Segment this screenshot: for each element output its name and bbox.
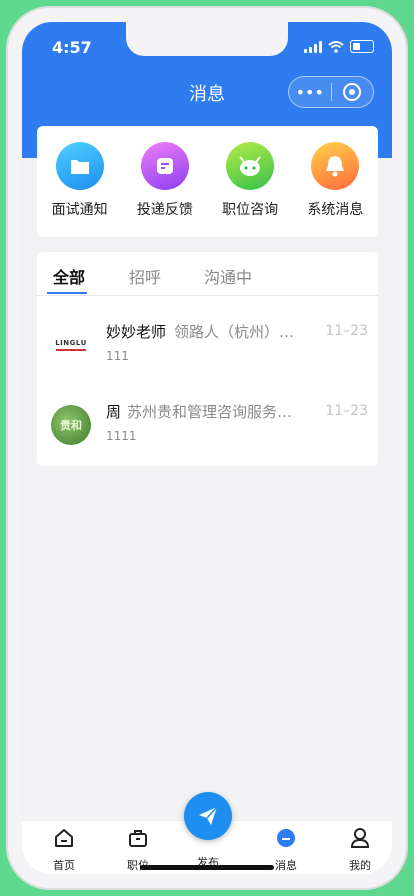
quick-action-label: 面试通知 bbox=[51, 202, 108, 218]
home-indicator bbox=[140, 865, 274, 870]
tabbar-label: 首页 bbox=[53, 859, 75, 872]
bell-icon bbox=[311, 142, 360, 190]
profile-icon bbox=[350, 828, 370, 848]
message-preview: 1111 bbox=[106, 429, 137, 443]
mini-program-capsule: ••• bbox=[288, 76, 374, 108]
quick-action-interview[interactable]: 面试通知 bbox=[37, 126, 122, 237]
edit-icon bbox=[140, 142, 189, 190]
message-preview: 111 bbox=[106, 349, 129, 363]
company-logo-text: 贵和 bbox=[60, 419, 82, 432]
quick-action-consult[interactable]: 职位咨询 bbox=[208, 126, 293, 237]
screen: 4:57 消息 ••• 面试通知 投递反馈 职位咨询 系统消息 全部 招呼 沟通… bbox=[22, 22, 392, 874]
send-icon bbox=[199, 806, 218, 825]
signal-icon bbox=[304, 40, 322, 53]
company-logo-text: LINGLU bbox=[55, 339, 87, 347]
folder-icon bbox=[55, 142, 104, 190]
status-time: 4:57 bbox=[52, 38, 92, 57]
message-row[interactable]: LINGLU 妙妙老师 领路人（杭州）… 111 11–23 bbox=[37, 307, 378, 387]
target-icon bbox=[343, 83, 362, 101]
message-tabs: 全部 招呼 沟通中 bbox=[37, 252, 378, 296]
quick-action-label: 投递反馈 bbox=[136, 202, 193, 218]
briefcase-icon bbox=[129, 830, 147, 847]
wifi-icon bbox=[328, 40, 344, 53]
battery-icon bbox=[350, 40, 374, 53]
robot-icon bbox=[226, 142, 275, 190]
message-icon bbox=[277, 829, 295, 847]
tabbar-item-profile[interactable]: 我的 bbox=[330, 827, 390, 873]
tab-all[interactable]: 全部 bbox=[53, 264, 85, 288]
notch bbox=[126, 22, 288, 56]
quick-action-label: 系统消息 bbox=[307, 202, 364, 218]
active-tab-indicator bbox=[47, 292, 87, 294]
publish-button[interactable] bbox=[184, 792, 232, 840]
sender-name: 周 bbox=[106, 403, 122, 421]
quick-action-feedback[interactable]: 投递反馈 bbox=[122, 126, 207, 237]
quick-action-label: 职位咨询 bbox=[222, 202, 279, 218]
avatar: 贵和 bbox=[51, 405, 91, 445]
more-menu-button[interactable]: ••• bbox=[289, 77, 331, 107]
message-list-card: 全部 招呼 沟通中 LINGLU 妙妙老师 领路人（杭州）… 111 11–23… bbox=[37, 252, 378, 466]
tab-greetings[interactable]: 招呼 bbox=[129, 264, 161, 288]
close-capsule-button[interactable] bbox=[331, 77, 373, 107]
message-row[interactable]: 贵和 周 苏州贵和管理咨询服务… 1111 11–23 bbox=[37, 387, 378, 467]
sender-name: 妙妙老师 bbox=[106, 323, 167, 341]
tabbar-item-home[interactable]: 首页 bbox=[34, 827, 94, 873]
avatar: LINGLU bbox=[51, 325, 91, 365]
quick-actions: 面试通知 投递反馈 职位咨询 系统消息 bbox=[37, 126, 378, 237]
sender-company: 苏州贵和管理咨询服务… bbox=[127, 403, 293, 421]
quick-action-system[interactable]: 系统消息 bbox=[293, 126, 378, 237]
logo-underline bbox=[56, 349, 86, 351]
message-date: 11–23 bbox=[325, 403, 368, 419]
message-date: 11–23 bbox=[325, 323, 368, 339]
phone-frame: 4:57 消息 ••• 面试通知 投递反馈 职位咨询 系统消息 全部 招呼 沟通… bbox=[6, 6, 408, 890]
tabbar-label: 我的 bbox=[349, 859, 371, 872]
status-icons bbox=[304, 40, 374, 53]
home-icon bbox=[55, 829, 73, 847]
tab-in-conversation[interactable]: 沟通中 bbox=[204, 264, 252, 288]
sender-company: 领路人（杭州）… bbox=[174, 323, 295, 341]
